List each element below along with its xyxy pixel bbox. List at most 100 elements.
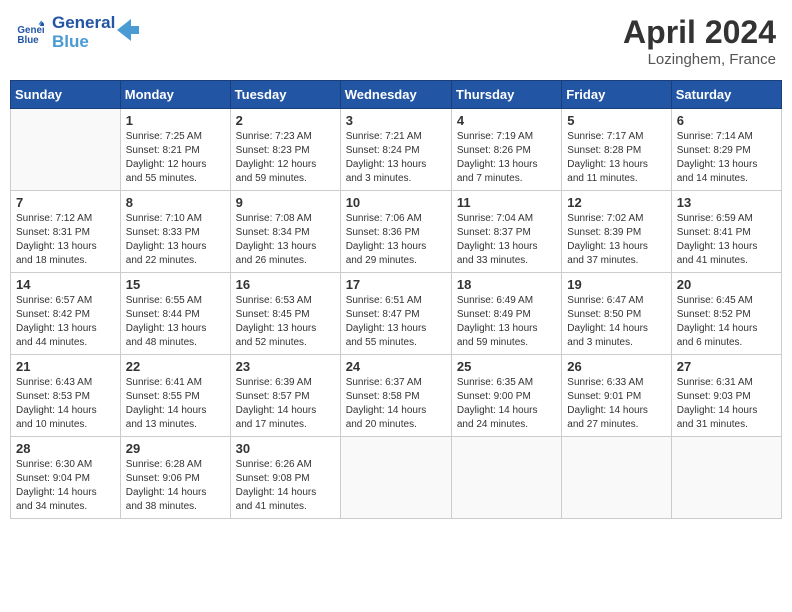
day-number: 27 [677, 359, 776, 374]
calendar-cell: 30 Sunrise: 6:26 AM Sunset: 9:08 PM Dayli… [230, 437, 340, 519]
day-number: 20 [677, 277, 776, 292]
day-number: 11 [457, 195, 556, 210]
day-info: Sunrise: 6:49 AM Sunset: 8:49 PM Dayligh… [457, 294, 556, 350]
day-info: Sunrise: 7:14 AM Sunset: 8:29 PM Dayligh… [677, 130, 776, 186]
logo-icon: General Blue [16, 19, 44, 47]
calendar-cell: 15 Sunrise: 6:55 AM Sunset: 8:44 PM Dayli… [120, 273, 230, 355]
calendar-cell: 4 Sunrise: 7:19 AM Sunset: 8:26 PM Daylig… [451, 109, 561, 191]
calendar-cell: 28 Sunrise: 6:30 AM Sunset: 9:04 PM Dayli… [11, 437, 121, 519]
day-number: 9 [236, 195, 335, 210]
day-info: Sunrise: 7:10 AM Sunset: 8:33 PM Dayligh… [126, 212, 225, 268]
logo-line2: Blue [52, 33, 115, 52]
day-info: Sunrise: 6:45 AM Sunset: 8:52 PM Dayligh… [677, 294, 776, 350]
day-number: 21 [16, 359, 115, 374]
day-info: Sunrise: 7:06 AM Sunset: 8:36 PM Dayligh… [346, 212, 446, 268]
calendar-day-header: Saturday [671, 81, 781, 109]
day-number: 12 [567, 195, 665, 210]
day-number: 6 [677, 113, 776, 128]
day-info: Sunrise: 6:55 AM Sunset: 8:44 PM Dayligh… [126, 294, 225, 350]
calendar-cell [451, 437, 561, 519]
day-info: Sunrise: 6:30 AM Sunset: 9:04 PM Dayligh… [16, 458, 115, 514]
day-number: 16 [236, 277, 335, 292]
day-info: Sunrise: 6:57 AM Sunset: 8:42 PM Dayligh… [16, 294, 115, 350]
svg-text:Blue: Blue [17, 34, 39, 45]
calendar-cell: 5Sunrise: 7:17 AM Sunset: 8:28 PM Daylig… [562, 109, 671, 191]
day-info: Sunrise: 6:59 AM Sunset: 8:41 PM Dayligh… [677, 212, 776, 268]
day-number: 19 [567, 277, 665, 292]
day-info: Sunrise: 6:35 AM Sunset: 9:00 PM Dayligh… [457, 376, 556, 432]
calendar-day-header: Sunday [11, 81, 121, 109]
calendar-cell: 24 Sunrise: 6:37 AM Sunset: 8:58 PM Dayli… [340, 355, 451, 437]
title-block: April 2024 Lozinghem, France [623, 14, 776, 68]
day-info: Sunrise: 6:53 AM Sunset: 8:45 PM Dayligh… [236, 294, 335, 350]
calendar-week-row: 14 Sunrise: 6:57 AM Sunset: 8:42 PM Dayli… [11, 273, 782, 355]
calendar-cell: 10 Sunrise: 7:06 AM Sunset: 8:36 PM Dayli… [340, 191, 451, 273]
day-info: Sunrise: 7:21 AM Sunset: 8:24 PM Dayligh… [346, 130, 446, 186]
day-info: Sunrise: 6:31 AM Sunset: 9:03 PM Dayligh… [677, 376, 776, 432]
day-number: 28 [16, 441, 115, 456]
calendar-cell: 17Sunrise: 6:51 AM Sunset: 8:47 PM Dayli… [340, 273, 451, 355]
calendar-cell [340, 437, 451, 519]
calendar-day-header: Friday [562, 81, 671, 109]
calendar-day-header: Thursday [451, 81, 561, 109]
calendar-table: SundayMondayTuesdayWednesdayThursdayFrid… [10, 80, 782, 519]
day-info: Sunrise: 6:41 AM Sunset: 8:55 PM Dayligh… [126, 376, 225, 432]
day-number: 18 [457, 277, 556, 292]
logo: General Blue General Blue [16, 14, 139, 51]
calendar-cell [11, 109, 121, 191]
calendar-day-header: Monday [120, 81, 230, 109]
day-number: 25 [457, 359, 556, 374]
page-header: General Blue General Blue April 2024 Loz… [10, 10, 782, 72]
calendar-cell: 6 Sunrise: 7:14 AM Sunset: 8:29 PM Daylig… [671, 109, 781, 191]
calendar-day-header: Wednesday [340, 81, 451, 109]
calendar-cell: 9 Sunrise: 7:08 AM Sunset: 8:34 PM Daylig… [230, 191, 340, 273]
calendar-cell: 25 Sunrise: 6:35 AM Sunset: 9:00 PM Dayli… [451, 355, 561, 437]
calendar-cell: 21 Sunrise: 6:43 AM Sunset: 8:53 PM Dayli… [11, 355, 121, 437]
day-number: 3 [346, 113, 446, 128]
day-number: 15 [126, 277, 225, 292]
calendar-header-row: SundayMondayTuesdayWednesdayThursdayFrid… [11, 81, 782, 109]
day-number: 2 [236, 113, 335, 128]
day-number: 4 [457, 113, 556, 128]
calendar-cell: 8 Sunrise: 7:10 AM Sunset: 8:33 PM Daylig… [120, 191, 230, 273]
month-title: April 2024 [623, 14, 776, 51]
day-number: 14 [16, 277, 115, 292]
day-info: Sunrise: 6:37 AM Sunset: 8:58 PM Dayligh… [346, 376, 446, 432]
logo-line1: General [52, 14, 115, 33]
calendar-cell: 23Sunrise: 6:39 AM Sunset: 8:57 PM Dayli… [230, 355, 340, 437]
day-info: Sunrise: 6:26 AM Sunset: 9:08 PM Dayligh… [236, 458, 335, 514]
day-number: 10 [346, 195, 446, 210]
day-number: 30 [236, 441, 335, 456]
day-number: 8 [126, 195, 225, 210]
day-number: 1 [126, 113, 225, 128]
day-info: Sunrise: 7:04 AM Sunset: 8:37 PM Dayligh… [457, 212, 556, 268]
calendar-week-row: 28 Sunrise: 6:30 AM Sunset: 9:04 PM Dayli… [11, 437, 782, 519]
calendar-cell: 12 Sunrise: 7:02 AM Sunset: 8:39 PM Dayli… [562, 191, 671, 273]
day-number: 13 [677, 195, 776, 210]
calendar-cell: 19Sunrise: 6:47 AM Sunset: 8:50 PM Dayli… [562, 273, 671, 355]
day-info: Sunrise: 6:28 AM Sunset: 9:06 PM Dayligh… [126, 458, 225, 514]
day-info: Sunrise: 6:43 AM Sunset: 8:53 PM Dayligh… [16, 376, 115, 432]
day-info: Sunrise: 7:12 AM Sunset: 8:31 PM Dayligh… [16, 212, 115, 268]
calendar-cell: 13 Sunrise: 6:59 AM Sunset: 8:41 PM Dayli… [671, 191, 781, 273]
day-info: Sunrise: 7:02 AM Sunset: 8:39 PM Dayligh… [567, 212, 665, 268]
day-info: Sunrise: 6:39 AM Sunset: 8:57 PM Dayligh… [236, 376, 335, 432]
day-info: Sunrise: 7:25 AM Sunset: 8:21 PM Dayligh… [126, 130, 225, 186]
day-number: 26 [567, 359, 665, 374]
calendar-cell [562, 437, 671, 519]
calendar-cell: 22Sunrise: 6:41 AM Sunset: 8:55 PM Dayli… [120, 355, 230, 437]
calendar-cell: 27 Sunrise: 6:31 AM Sunset: 9:03 PM Dayli… [671, 355, 781, 437]
location: Lozinghem, France [623, 51, 776, 68]
day-number: 17 [346, 277, 446, 292]
day-number: 24 [346, 359, 446, 374]
calendar-cell: 2Sunrise: 7:23 AM Sunset: 8:23 PM Daylig… [230, 109, 340, 191]
day-number: 5 [567, 113, 665, 128]
day-info: Sunrise: 6:33 AM Sunset: 9:01 PM Dayligh… [567, 376, 665, 432]
day-info: Sunrise: 7:19 AM Sunset: 8:26 PM Dayligh… [457, 130, 556, 186]
calendar-cell: 7Sunrise: 7:12 AM Sunset: 8:31 PM Daylig… [11, 191, 121, 273]
calendar-cell: 29Sunrise: 6:28 AM Sunset: 9:06 PM Dayli… [120, 437, 230, 519]
calendar-day-header: Tuesday [230, 81, 340, 109]
day-info: Sunrise: 7:08 AM Sunset: 8:34 PM Dayligh… [236, 212, 335, 268]
calendar-cell: 20 Sunrise: 6:45 AM Sunset: 8:52 PM Dayli… [671, 273, 781, 355]
logo-arrow-icon [117, 19, 139, 41]
